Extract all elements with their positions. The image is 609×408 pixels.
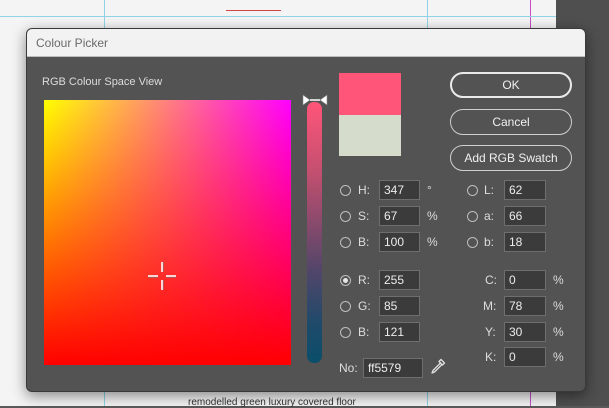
radio-lab-b[interactable] <box>467 237 478 248</box>
add-rgb-swatch-button[interactable]: Add RGB Swatch <box>450 145 572 171</box>
cancel-button[interactable]: Cancel <box>450 109 572 135</box>
blue-field[interactable] <box>379 322 420 342</box>
new-colour-swatch <box>339 73 401 115</box>
dialog-title: Colour Picker <box>36 35 109 50</box>
document-text: remodelled green luxury covered floor <box>188 397 356 408</box>
label-lab-b: b: <box>484 235 495 249</box>
black-field[interactable] <box>504 347 546 367</box>
label-green: G: <box>358 299 371 313</box>
colour-picker-dialog: Colour Picker RGB Colour Space View OK C… <box>26 28 586 392</box>
hex-field[interactable] <box>363 358 423 378</box>
label-lab-l: L: <box>484 183 495 197</box>
saturation-field[interactable] <box>379 206 420 226</box>
slider-handle-icon[interactable] <box>301 93 329 107</box>
document-rule <box>226 10 281 11</box>
radio-blue[interactable] <box>340 327 351 338</box>
guide-line <box>0 16 556 17</box>
radio-lab-l[interactable] <box>467 185 478 196</box>
colour-field[interactable] <box>44 100 291 365</box>
label-saturation: S: <box>358 209 370 223</box>
original-colour-swatch[interactable] <box>339 115 401 156</box>
radio-lab-a[interactable] <box>467 211 478 222</box>
radio-hue[interactable] <box>340 185 351 196</box>
label-yellow: Y: <box>485 325 496 339</box>
title-bar[interactable]: Colour Picker <box>27 29 585 57</box>
radio-red[interactable] <box>340 275 351 286</box>
ok-button[interactable]: OK <box>450 72 572 98</box>
hue-field[interactable] <box>379 180 420 200</box>
unit-percent: % <box>427 209 438 223</box>
section-label: RGB Colour Space View <box>42 76 163 88</box>
colour-slider[interactable] <box>307 102 322 363</box>
unit-percent: % <box>553 273 564 287</box>
label-hue: H: <box>358 183 370 197</box>
radio-saturation[interactable] <box>340 211 351 222</box>
unit-percent: % <box>553 350 564 364</box>
label-brightness: B: <box>358 235 370 249</box>
green-field[interactable] <box>379 296 420 316</box>
unit-percent: % <box>553 299 564 313</box>
unit-percent: % <box>427 235 438 249</box>
brightness-field[interactable] <box>379 232 420 252</box>
lab-b-field[interactable] <box>504 232 546 252</box>
unit-degree: ° <box>427 183 432 197</box>
eyedropper-icon[interactable] <box>428 356 448 376</box>
crosshair-cursor <box>148 262 176 290</box>
magenta-field[interactable] <box>504 296 546 316</box>
lab-l-field[interactable] <box>504 180 546 200</box>
unit-percent: % <box>553 325 564 339</box>
label-blue: B: <box>358 325 370 339</box>
label-magenta: M: <box>483 299 497 313</box>
label-hex: No: <box>339 361 358 375</box>
radio-green[interactable] <box>340 301 351 312</box>
label-black: K: <box>485 350 497 364</box>
cyan-field[interactable] <box>504 270 546 290</box>
lab-a-field[interactable] <box>504 206 546 226</box>
red-field[interactable] <box>379 270 420 290</box>
label-lab-a: a: <box>484 209 495 223</box>
label-cyan: C: <box>485 273 497 287</box>
yellow-field[interactable] <box>504 322 546 342</box>
radio-brightness[interactable] <box>340 237 351 248</box>
label-red: R: <box>358 273 370 287</box>
